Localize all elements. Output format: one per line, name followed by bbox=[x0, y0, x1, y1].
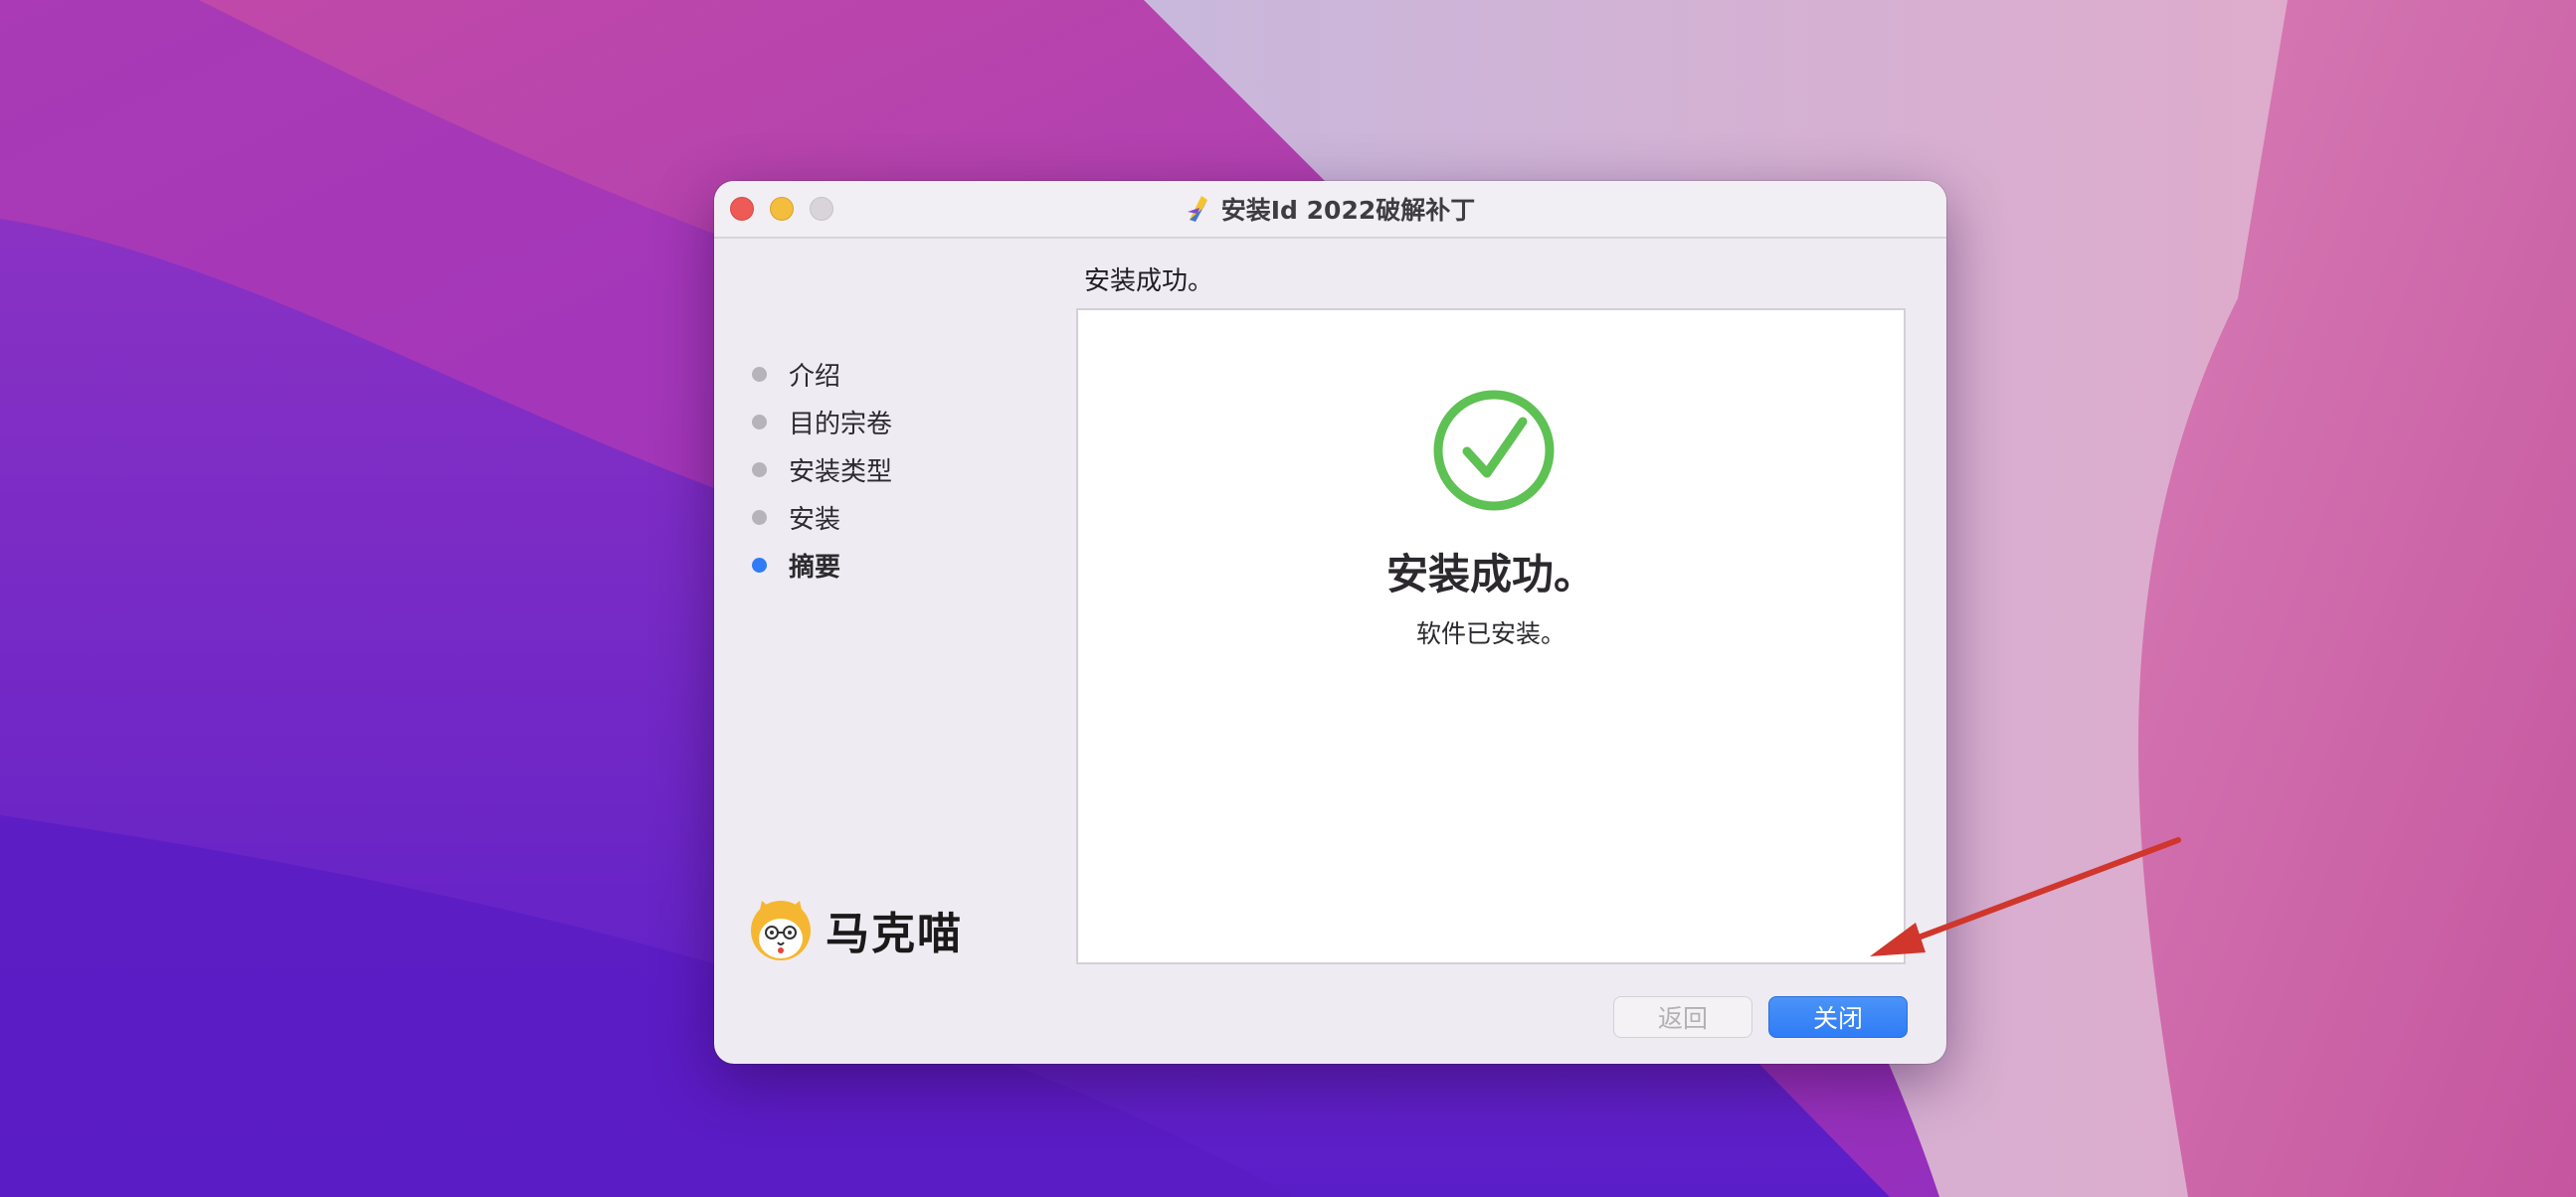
step-dot-active bbox=[752, 557, 767, 573]
step-dot bbox=[752, 509, 767, 525]
step-label: 介绍 bbox=[789, 361, 841, 392]
step-label: 目的宗卷 bbox=[789, 409, 893, 439]
step-label: 摘要 bbox=[789, 552, 841, 583]
installer-window: 安装Id 2022破解补丁 介绍 目的宗卷 安装类型 安装 摘要 马克喵 安装成… bbox=[714, 181, 1946, 1064]
step-dot bbox=[752, 414, 767, 429]
step-summary: 摘要 bbox=[752, 541, 1050, 589]
step-dot bbox=[752, 461, 767, 477]
logo-text: 马克喵 bbox=[826, 909, 963, 959]
checkmark-circle-icon bbox=[1433, 390, 1555, 511]
step-install-type: 安装类型 bbox=[752, 445, 1050, 493]
title-bar[interactable]: 安装Id 2022破解补丁 bbox=[714, 181, 1946, 239]
step-install: 安装 bbox=[752, 493, 1050, 541]
window-title: 安装Id 2022破解补丁 bbox=[1220, 196, 1476, 225]
summary-panel: 安装成功。 软件已安装。 bbox=[1076, 308, 1906, 964]
close-button[interactable]: 关闭 bbox=[1768, 996, 1908, 1038]
step-label: 安装类型 bbox=[789, 456, 893, 487]
step-label: 安装 bbox=[789, 504, 841, 535]
success-subtitle: 软件已安装。 bbox=[1415, 619, 1565, 648]
step-destination: 目的宗卷 bbox=[752, 398, 1050, 445]
installer-steps: 介绍 目的宗卷 安装类型 安装 摘要 bbox=[752, 350, 1050, 589]
step-intro: 介绍 bbox=[752, 350, 1050, 398]
watermark-logo: 马克喵 bbox=[748, 895, 1007, 964]
package-icon bbox=[1187, 196, 1207, 222]
cat-mascot-icon bbox=[751, 901, 811, 960]
success-title: 安装成功。 bbox=[1385, 550, 1595, 598]
step-dot bbox=[752, 366, 767, 382]
back-button: 返回 bbox=[1613, 996, 1752, 1038]
pane-heading: 安装成功。 bbox=[1084, 266, 1214, 296]
